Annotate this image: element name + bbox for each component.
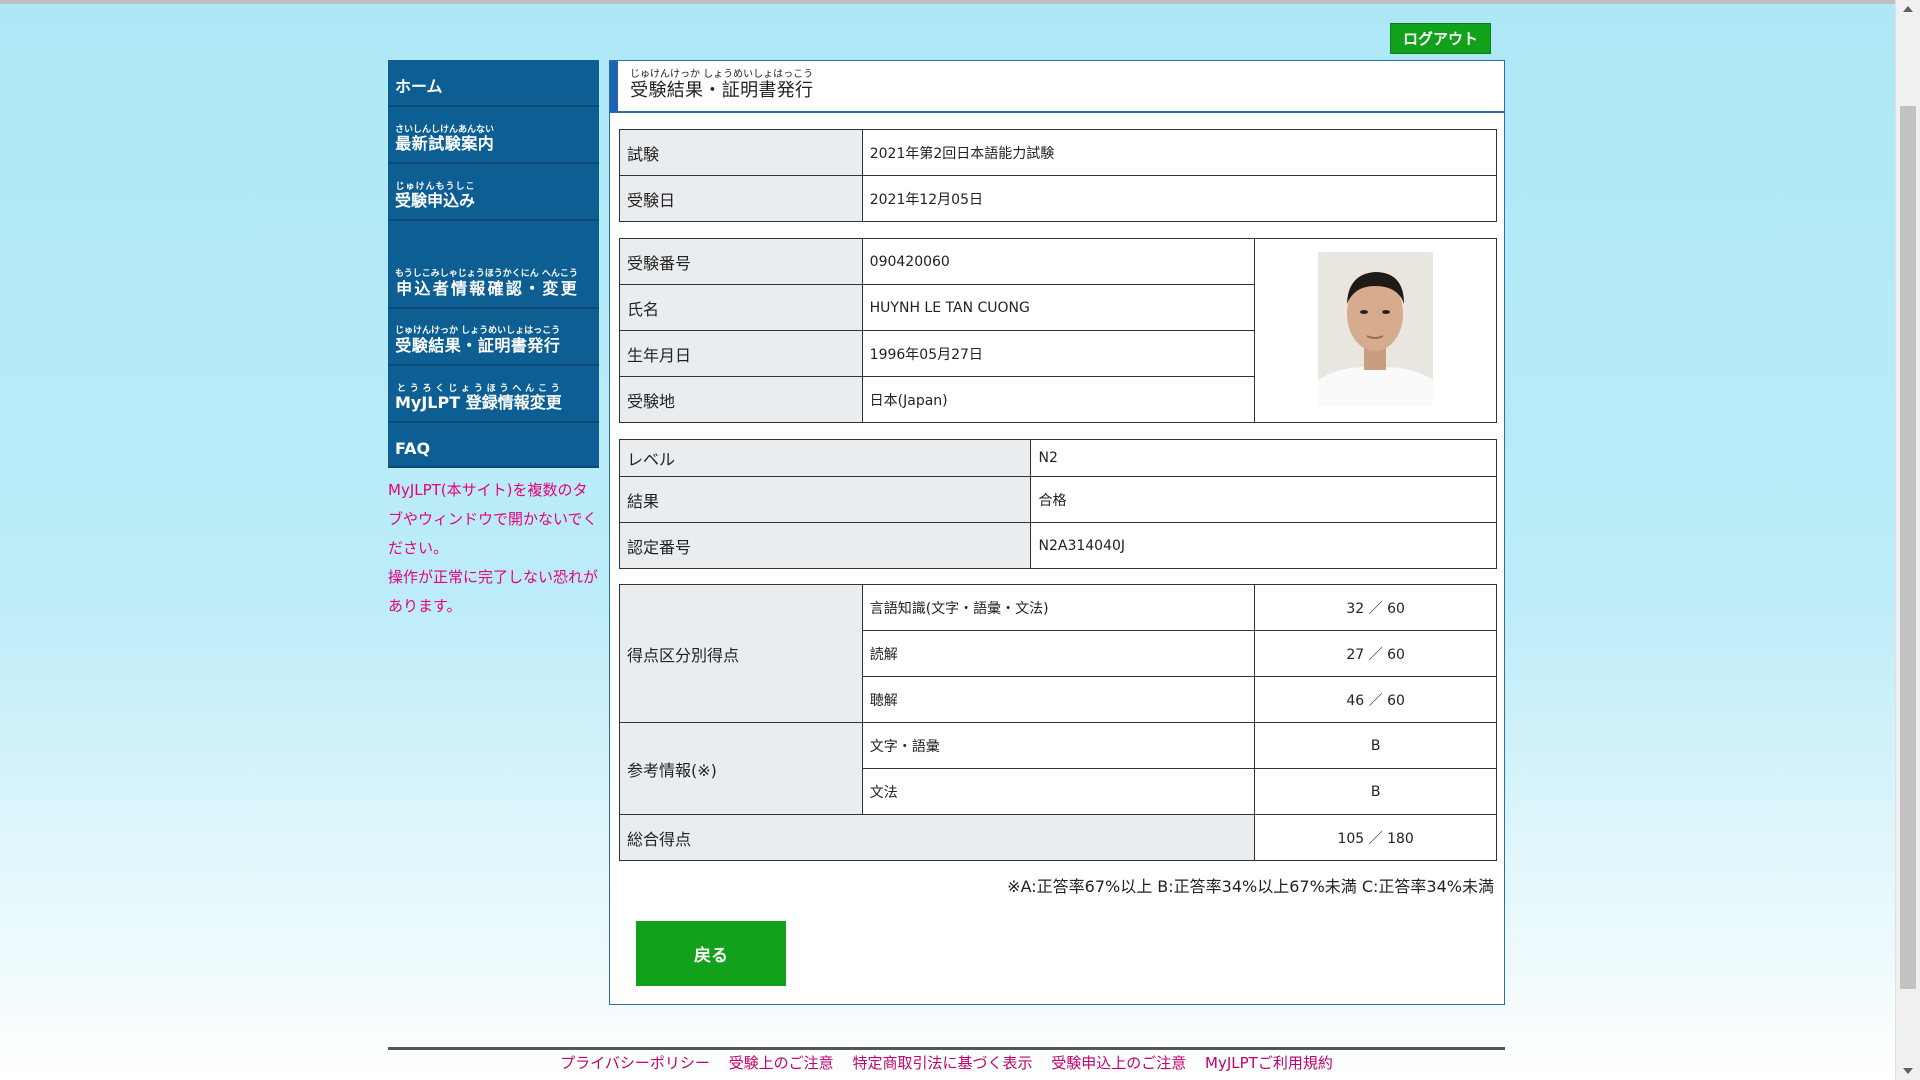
score-table: 得点区分別得点 言語知識(文字・語彙・文法) 32 ／ 60 読解 27 ／ 6… [618,584,1497,861]
grade-vocabulary: B [1254,722,1497,769]
test-site-label: 受験地 [619,376,863,423]
logout-button[interactable]: ログアウト [1390,23,1491,54]
footer-links: プライバシーポリシー 受験上のご注意 特定商取引法に基づく表示 受験申込上のご注… [388,1052,1505,1073]
score-reading: 27 ／ 60 [1254,630,1497,677]
section-language-knowledge: 言語知識(文字・語彙・文法) [861,584,1256,631]
test-site-value: 日本(Japan) [861,376,1256,423]
exam-value: 2021年第2回日本語能力試験 [861,129,1498,176]
footer-divider [388,1047,1505,1050]
name-value: HUYNH LE TAN CUONG [861,284,1256,331]
footer-link-exam-notes[interactable]: 受験上のご注意 [729,1054,834,1072]
table-row: レベル N2 [618,439,1497,477]
sidebar-item-applicant-info[interactable]: 申込者情報確認・変更もうしこみしゃじょうほうかくにん へんこう [388,221,599,309]
section-reading: 読解 [861,630,1256,677]
scroll-up-icon[interactable] [1903,6,1913,12]
section-listening: 聴解 [861,676,1256,723]
footer-link-terms[interactable]: MyJLPTご利用規約 [1205,1054,1333,1072]
birthdate-value: 1996年05月27日 [861,330,1256,377]
examinee-table: 受験番号 090420060 氏名 HUYNH LE TAN CUONG 生年月… [619,238,1497,423]
scaled-scores-label: 得点区分別得点 [619,584,863,723]
sidebar-item-results-certificate[interactable]: 受験結果・証明書発行じゅけんけっか しょうめいしょはっこう [388,309,599,366]
table-row: 結果 合格 [618,476,1497,523]
exam-date-value: 2021年12月05日 [861,175,1498,222]
footer-link-privacy[interactable]: プライバシーポリシー [560,1054,710,1072]
grade-legend: ※A:正答率67%以上 B:正答率34%以上67%未満 C:正答率34%未満 [1007,877,1494,896]
result-label: 結果 [618,476,1032,523]
sidebar-item-latest-exam-info[interactable]: 最新試験案内さいしんしけんあんない [388,107,599,164]
table-row: 総合得点 105 ／ 180 [618,814,1497,861]
sidebar-item-home[interactable]: ホーム [388,60,599,107]
total-score-label: 総合得点 [618,814,1256,861]
scrollbar-thumb[interactable] [1900,106,1916,989]
multi-tab-warning: MyJLPT(本サイト)を複数のタブやウィンドウで開かないでください。 操作が正… [388,476,599,621]
result-value: 合格 [1030,476,1497,523]
level-value: N2 [1030,439,1497,477]
certificate-number-label: 認定番号 [618,522,1032,569]
examinee-photo [1318,252,1434,405]
sidebar-item-faq[interactable]: FAQ [388,423,599,468]
exam-info-table: 試験 2021年第2回日本語能力試験 受験日 2021年12月05日 [619,129,1498,222]
registration-number-label: 受験番号 [619,238,863,285]
score-language-knowledge: 32 ／ 60 [1254,584,1497,631]
result-table: レベル N2 結果 合格 認定番号 N2A314040J [618,439,1497,569]
birthdate-label: 生年月日 [619,330,863,377]
footer-link-application-notes[interactable]: 受験申込上のご注意 [1051,1054,1186,1072]
table-row: 受験日 2021年12月05日 [619,175,1498,222]
ref-vocabulary: 文字・語彙 [861,722,1256,769]
sidebar-item-application[interactable]: 受験申込みじゅけんもうしこ [388,164,599,221]
table-row: 参考情報(※) 文字・語彙 B [619,722,1497,815]
footer-link-commercial-law[interactable]: 特定商取引法に基づく表示 [852,1054,1032,1072]
ref-grammar: 文法 [861,768,1256,815]
window-top-border [0,0,1896,4]
level-label: レベル [618,439,1032,477]
scroll-down-icon[interactable] [1903,1068,1913,1074]
reference-info-label: 参考情報(※) [619,722,863,815]
exam-date-label: 受験日 [619,175,863,222]
grade-grammar: B [1254,768,1497,815]
warning-line-1: MyJLPT(本サイト)を複数のタブやウィンドウで開かないでください。 [388,481,598,557]
total-score-value: 105 ／ 180 [1254,814,1497,861]
back-button[interactable]: 戻る [636,921,786,986]
table-row: 受験番号 090420060 [619,238,1497,423]
score-listening: 46 ／ 60 [1254,676,1497,723]
exam-label: 試験 [619,129,863,176]
table-row: 試験 2021年第2回日本語能力試験 [619,129,1498,176]
registration-number-value: 090420060 [861,238,1256,285]
name-label: 氏名 [619,284,863,331]
page-title: 受験結果・証明書発行じゅけんけっか しょうめいしょはっこう [610,61,1504,113]
photo-cell [1254,238,1497,423]
table-row: 得点区分別得点 言語知識(文字・語彙・文法) 32 ／ 60 [619,584,1497,723]
sidebar-item-myjlpt-settings[interactable]: MyJLPT 登録情報変更とうろくじょうほうへんこう [388,366,599,423]
results-panel: 受験結果・証明書発行じゅけんけっか しょうめいしょはっこう 試験 2021年第2… [609,60,1505,1005]
certificate-number-value: N2A314040J [1030,522,1497,569]
table-row: 認定番号 N2A314040J [618,522,1497,569]
warning-line-2: 操作が正常に完了しない恐れがあります。 [388,568,599,615]
vertical-scrollbar[interactable] [1895,0,1920,1080]
sidebar-nav: ホーム 最新試験案内さいしんしけんあんない 受験申込みじゅけんもうしこ 申込者情… [388,60,599,621]
